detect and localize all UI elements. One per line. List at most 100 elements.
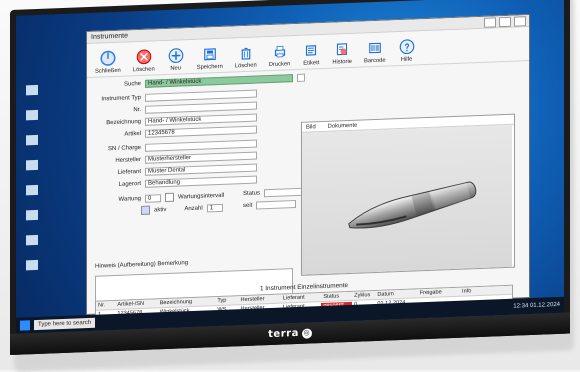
- hersteller-value: Musterhersteller: [148, 155, 192, 163]
- artikel-value: 12345678: [148, 129, 175, 137]
- desktop-icon[interactable]: [26, 259, 38, 271]
- search-value: Hand- / Winkelstück: [148, 78, 202, 87]
- desktop-icon[interactable]: [26, 109, 38, 121]
- screen: Instrumente Schließen Löschen Neu Speich…: [16, 0, 564, 334]
- col-nr[interactable]: Nr.: [96, 302, 115, 309]
- bezeichnung-value: Hand- / Winkelstück: [148, 116, 202, 125]
- col-freigabe[interactable]: Freigabe: [418, 289, 460, 297]
- hersteller-field[interactable]: Musterhersteller: [145, 151, 257, 164]
- delete-button[interactable]: Löschen: [133, 47, 155, 73]
- nr-label: Nr.: [133, 106, 141, 114]
- col-lieferant[interactable]: Lieferant: [281, 294, 321, 302]
- lagerort-row: Lagerort Behandlung: [95, 175, 257, 190]
- seit-field[interactable]: [256, 199, 297, 210]
- maximize-button[interactable]: [499, 16, 511, 27]
- label-print-icon: [302, 41, 320, 60]
- lieferant-field[interactable]: Muster Dental: [145, 163, 257, 176]
- col-datum[interactable]: Datum: [375, 290, 417, 298]
- seit-label: seit: [243, 202, 253, 210]
- toolbar-label: Neu: [170, 65, 182, 72]
- lagerort-field[interactable]: Behandlung: [145, 175, 257, 188]
- col-status[interactable]: Status: [321, 293, 352, 300]
- brand-mark-icon: ◎: [301, 327, 312, 339]
- brand-name: terra: [268, 327, 299, 341]
- tab-dokumente[interactable]: Dokumente: [328, 122, 358, 129]
- close-button[interactable]: Schließen: [95, 49, 121, 75]
- status-field[interactable]: [264, 187, 305, 198]
- artikel-field[interactable]: 12345678: [145, 125, 257, 138]
- toolbar-label: Löschen: [132, 66, 155, 74]
- history-button[interactable]: Historie: [332, 40, 352, 66]
- desktop-icon[interactable]: [26, 159, 38, 171]
- power-icon: [99, 49, 117, 68]
- instrument-type-label: Instrument Typ: [101, 94, 141, 103]
- toolbar-label: Drucken: [268, 61, 291, 69]
- aktiv-label: aktiv: [154, 206, 167, 213]
- toolbar-label: Hilfe: [400, 56, 413, 63]
- tab-bild[interactable]: Bild: [306, 124, 316, 130]
- col-hersteller[interactable]: Hersteller: [239, 296, 281, 304]
- window-controls: [484, 15, 529, 28]
- scene: Instrumente Schließen Löschen Neu Speich…: [0, 0, 580, 372]
- save-button[interactable]: Speichern: [197, 45, 223, 71]
- minimize-button[interactable]: [484, 16, 496, 28]
- start-button[interactable]: [20, 320, 30, 331]
- notes-label: Hinweis (Aufbereitung) Bemerkung: [95, 260, 189, 270]
- desktop-icon[interactable]: [26, 184, 38, 196]
- instrument-type-field[interactable]: [145, 89, 257, 102]
- brand-logo: terra ◎: [268, 327, 312, 340]
- search-dropdown[interactable]: [297, 73, 305, 82]
- close-window-button[interactable]: [514, 15, 526, 27]
- wartung-field[interactable]: 0: [145, 193, 161, 203]
- lagerort-value: Behandlung: [148, 179, 181, 187]
- artikel-row: Artikel 12345678: [95, 125, 257, 140]
- wartung-checkbox[interactable]: [165, 192, 174, 203]
- save-icon: [201, 45, 219, 64]
- taskbar-search-placeholder: Type here to search: [38, 319, 92, 328]
- desktop-icon[interactable]: [26, 84, 38, 96]
- help-button[interactable]: Hilfe: [398, 37, 416, 63]
- search-field[interactable]: Hand- / Winkelstück: [145, 74, 293, 88]
- anzahl-field[interactable]: 1: [206, 203, 223, 212]
- col-artikel[interactable]: Artikel-/SN: [115, 300, 157, 308]
- print-button[interactable]: Drucken: [268, 42, 291, 69]
- status-label: Status: [243, 190, 261, 198]
- bezeichnung-field[interactable]: Hand- / Winkelstück: [145, 113, 257, 126]
- anzahl-label: Anzahl: [184, 205, 203, 212]
- instrument-image: [302, 124, 512, 275]
- image-panel: Bild Dokumente: [301, 113, 515, 276]
- system-tray: 12:34 01.12.2024: [513, 302, 560, 310]
- seit-row: seit: [243, 199, 297, 210]
- barcode-icon: [366, 39, 384, 58]
- taskbar-search[interactable]: Type here to search: [34, 317, 96, 331]
- col-zyklus[interactable]: Zyklus: [352, 292, 375, 299]
- new-button[interactable]: Neu: [167, 46, 185, 72]
- desktop-icon[interactable]: [26, 234, 38, 246]
- window-title: Instrumente: [91, 32, 128, 41]
- aktiv-row: aktiv Anzahl 1: [141, 203, 223, 215]
- barcode-button[interactable]: Barcode: [364, 39, 386, 64]
- sn-field[interactable]: [145, 139, 257, 152]
- desktop-icon[interactable]: [26, 209, 38, 221]
- aktiv-checkbox[interactable]: [141, 205, 150, 215]
- hersteller-label: Hersteller: [115, 156, 141, 164]
- print-icon: [271, 42, 289, 61]
- lieferant-label: Lieferant: [117, 168, 141, 176]
- search-row: Suche Hand- / Winkelstück: [95, 73, 305, 90]
- lagerort-label: Lagerort: [118, 180, 141, 188]
- nr-field[interactable]: [145, 101, 257, 114]
- handpiece-image: [348, 181, 477, 229]
- desktop-icon[interactable]: [26, 134, 38, 146]
- col-bezeichnung[interactable]: Bezeichnung: [158, 298, 216, 306]
- monitor: Instrumente Schließen Löschen Neu Speich…: [10, 0, 570, 356]
- bezeichnung-label: Bezeichnung: [106, 118, 141, 127]
- col-info[interactable]: Info: [460, 287, 512, 295]
- trash-icon: [237, 44, 255, 63]
- col-typ[interactable]: Typ: [215, 297, 238, 304]
- anzahl-value: 1: [209, 204, 214, 211]
- trash-button[interactable]: Löschen: [235, 44, 257, 69]
- lieferant-value: Muster Dental: [148, 167, 186, 175]
- history-icon: [333, 40, 351, 59]
- toolbar-label: Historie: [332, 58, 352, 66]
- label-print-button[interactable]: Etikett: [302, 41, 320, 67]
